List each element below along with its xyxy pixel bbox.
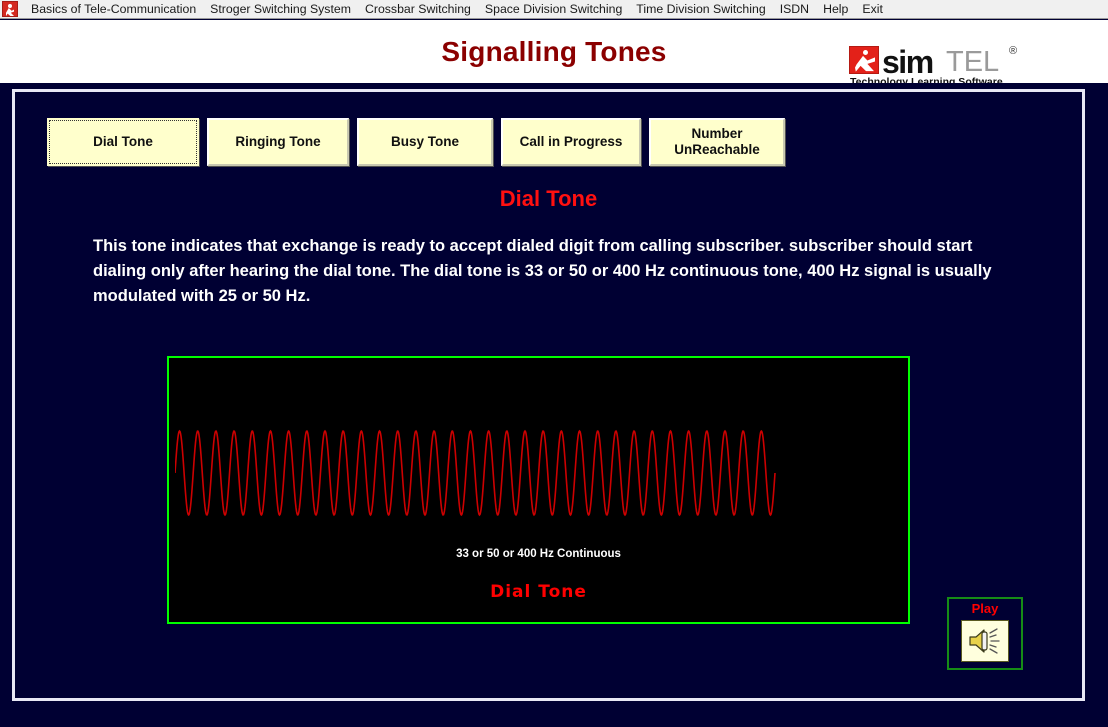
header-band: Signalling Tones sim TEL ® Technology Le… bbox=[0, 20, 1108, 88]
stage: Dial Tone Ringing Tone Busy Tone Call in… bbox=[0, 83, 1108, 727]
tone-description: This tone indicates that exchange is rea… bbox=[93, 237, 992, 305]
tab-call-in-progress-label: Call in Progress bbox=[519, 134, 623, 150]
speaker-icon bbox=[969, 628, 1000, 654]
menu-item-crossbar[interactable]: Crossbar Switching bbox=[358, 0, 478, 18]
tab-dial-tone[interactable]: Dial Tone bbox=[47, 118, 199, 166]
play-label: Play bbox=[971, 601, 999, 616]
menu-item-space-division[interactable]: Space Division Switching bbox=[478, 0, 629, 18]
menu-item-help[interactable]: Help bbox=[816, 0, 855, 18]
tab-busy-tone[interactable]: Busy Tone bbox=[357, 118, 493, 166]
waveform-panel: 33 or 50 or 400 Hz Continuous Dial Tone bbox=[167, 356, 910, 624]
play-panel: Play bbox=[947, 597, 1023, 670]
tab-call-in-progress[interactable]: Call in Progress bbox=[501, 118, 641, 166]
menu-item-exit[interactable]: Exit bbox=[855, 0, 890, 18]
registered-mark-icon: ® bbox=[1009, 45, 1018, 57]
app-icon bbox=[2, 1, 18, 17]
menu-item-basics[interactable]: Basics of Tele-Communication bbox=[24, 0, 203, 18]
tab-number-unreachable-label-line1: Number bbox=[691, 126, 743, 142]
simtel-logo: sim TEL ® Technology Learning Software bbox=[849, 44, 1021, 88]
play-button[interactable] bbox=[961, 620, 1009, 662]
tab-number-unreachable[interactable]: Number UnReachable bbox=[649, 118, 785, 166]
menu-item-stroger[interactable]: Stroger Switching System bbox=[203, 0, 358, 18]
tab-ringing-tone-label: Ringing Tone bbox=[235, 134, 321, 150]
waveform-label: Dial Tone bbox=[490, 582, 587, 602]
content-frame: Dial Tone Ringing Tone Busy Tone Call in… bbox=[12, 89, 1085, 701]
menu-bar: Basics of Tele-Communication Stroger Swi… bbox=[0, 0, 1108, 19]
menu-item-isdn[interactable]: ISDN bbox=[773, 0, 816, 18]
waveform-trace bbox=[175, 429, 776, 517]
logo-text-tel: TEL bbox=[946, 46, 1000, 78]
tab-ringing-tone[interactable]: Ringing Tone bbox=[207, 118, 349, 166]
waveform-caption: 33 or 50 or 400 Hz Continuous bbox=[456, 548, 621, 560]
tab-dial-tone-label: Dial Tone bbox=[93, 134, 153, 150]
menu-item-time-division[interactable]: Time Division Switching bbox=[629, 0, 772, 18]
tab-number-unreachable-label-line2: UnReachable bbox=[674, 142, 760, 157]
logo-mark-icon bbox=[849, 46, 879, 74]
section-heading: Dial Tone bbox=[499, 186, 598, 211]
tab-busy-tone-label: Busy Tone bbox=[390, 134, 459, 150]
